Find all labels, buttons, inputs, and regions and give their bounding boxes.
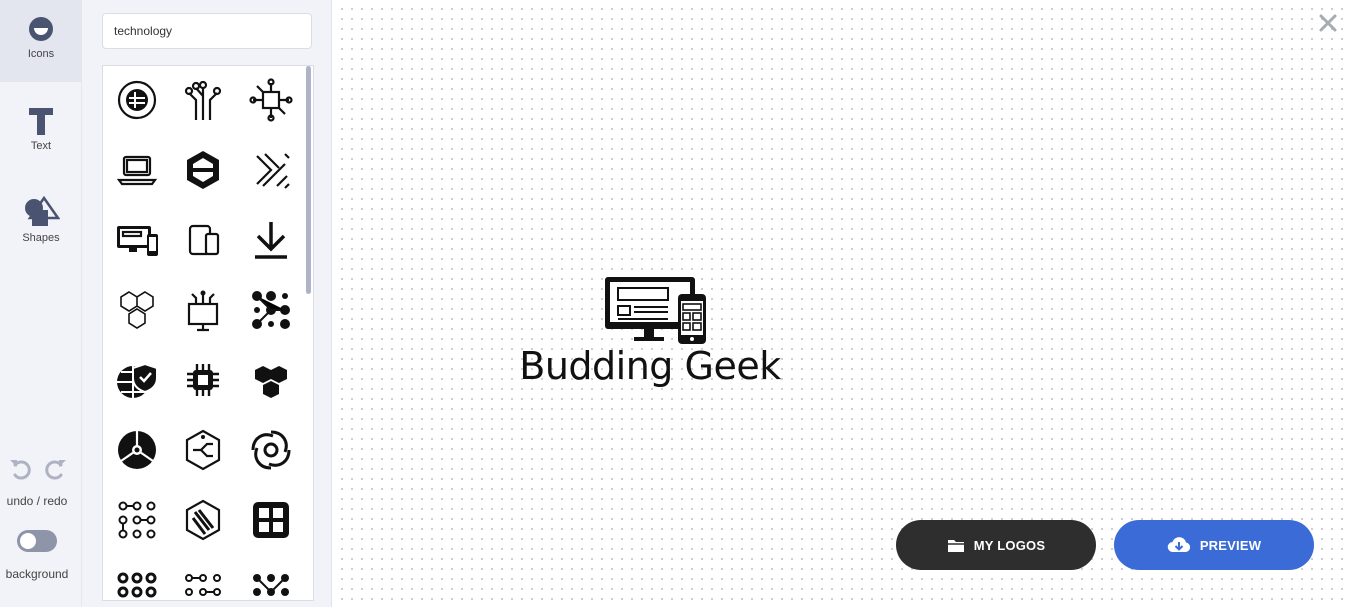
- hex-circuit-icon: [185, 429, 221, 471]
- icon-result-22[interactable]: [107, 560, 167, 600]
- icon-result-9[interactable]: [241, 210, 301, 270]
- tool-rail: Icons Text Shapes undo / redo background: [0, 0, 82, 607]
- my-logos-button[interactable]: MY LOGOS: [896, 520, 1096, 570]
- redo-button[interactable]: [42, 456, 68, 482]
- laptop-icon: [116, 155, 158, 186]
- preview-button[interactable]: PREVIEW: [1114, 520, 1314, 570]
- responsive-devices-icon: [605, 277, 706, 344]
- dot-matrix-2-icon: [117, 572, 157, 598]
- dot-matrix-icon: [252, 291, 290, 329]
- preview-label: PREVIEW: [1199, 537, 1262, 553]
- icon-result-15[interactable]: [241, 350, 301, 410]
- swirl-tech-icon: [251, 430, 291, 470]
- icon-result-3[interactable]: [241, 70, 301, 130]
- redo-icon: [45, 460, 66, 480]
- icon-result-8[interactable]: [173, 210, 233, 270]
- hexagon-trio-icon: [255, 366, 287, 398]
- cloud-download-icon: [1167, 537, 1190, 553]
- logo-text[interactable]: Budding Geek: [500, 344, 800, 388]
- design-canvas[interactable]: [333, 0, 1348, 607]
- icon-result-18[interactable]: [241, 420, 301, 480]
- icon-result-7[interactable]: [107, 210, 167, 270]
- folder-icon: [947, 540, 964, 552]
- dot-matrix-3-icon: [253, 574, 289, 596]
- tablet-phone-icon: [188, 224, 220, 256]
- hexagon-cluster-icon: [120, 291, 154, 329]
- icon-panel-scrollbar[interactable]: [306, 66, 311, 294]
- icon-result-10[interactable]: [107, 280, 167, 340]
- undo-icon: [10, 460, 31, 480]
- undo-redo-label: undo / redo: [6, 494, 68, 508]
- tool-text[interactable]: Text: [0, 94, 82, 176]
- processor-chip-icon: [187, 364, 219, 396]
- icon-result-19[interactable]: [107, 490, 167, 550]
- background-label: background: [5, 567, 69, 581]
- shapes-tool-icon: [25, 196, 60, 226]
- icon-panel: [82, 0, 332, 607]
- quad-square-icon: [253, 502, 289, 538]
- icon-search-input[interactable]: [102, 13, 312, 49]
- logo-symbol[interactable]: [604, 276, 708, 344]
- icon-result-23[interactable]: [173, 560, 233, 600]
- icon-result-20[interactable]: [173, 490, 233, 550]
- icon-result-16[interactable]: [107, 420, 167, 480]
- icon-result-17[interactable]: [173, 420, 233, 480]
- icon-result-11[interactable]: [173, 280, 233, 340]
- icon-result-21[interactable]: [241, 490, 301, 550]
- tool-text-label: Text: [30, 140, 52, 152]
- tool-icons-label: Icons: [27, 48, 55, 60]
- hexagon-link-icon: [187, 151, 219, 189]
- tool-shapes[interactable]: Shapes: [0, 184, 82, 266]
- network-tablet-icon: [187, 290, 219, 332]
- responsive-devices-icon: [117, 226, 158, 256]
- close-icon: [1319, 14, 1337, 32]
- toggle-knob: [20, 533, 36, 549]
- icon-result-4[interactable]: [107, 140, 167, 200]
- hex-slash-icon: [185, 499, 221, 541]
- download-icon: [255, 222, 287, 259]
- undo-button[interactable]: [8, 456, 34, 482]
- tool-icons[interactable]: Icons: [0, 0, 82, 82]
- icon-result-12[interactable]: [241, 280, 301, 340]
- circuit-circle-icon: [117, 80, 157, 120]
- icons-tool-icon: [29, 17, 53, 41]
- circuit-chip-icon: [249, 78, 293, 122]
- icon-results-grid[interactable]: [102, 65, 314, 601]
- icon-result-13[interactable]: [107, 350, 167, 410]
- circuit-tree-icon: [184, 80, 222, 120]
- icon-result-1[interactable]: [107, 70, 167, 130]
- icon-result-24[interactable]: [241, 560, 301, 600]
- icon-result-14[interactable]: [173, 350, 233, 410]
- background-toggle[interactable]: [17, 530, 57, 552]
- icon-result-2[interactable]: [173, 70, 233, 130]
- my-logos-label: MY LOGOS: [973, 537, 1046, 553]
- close-button[interactable]: [1318, 13, 1338, 33]
- segmented-circle-icon: [118, 431, 156, 469]
- tool-shapes-label: Shapes: [22, 232, 60, 244]
- dot-grid-icon: [118, 501, 156, 539]
- dot-network-icon: [185, 574, 221, 596]
- icon-result-6[interactable]: [241, 140, 301, 200]
- icon-result-5[interactable]: [173, 140, 233, 200]
- globe-shield-icon: [117, 362, 158, 398]
- circuit-arrows-icon: [256, 153, 290, 189]
- text-tool-icon: [29, 108, 53, 135]
- undo-redo-group: [8, 456, 74, 482]
